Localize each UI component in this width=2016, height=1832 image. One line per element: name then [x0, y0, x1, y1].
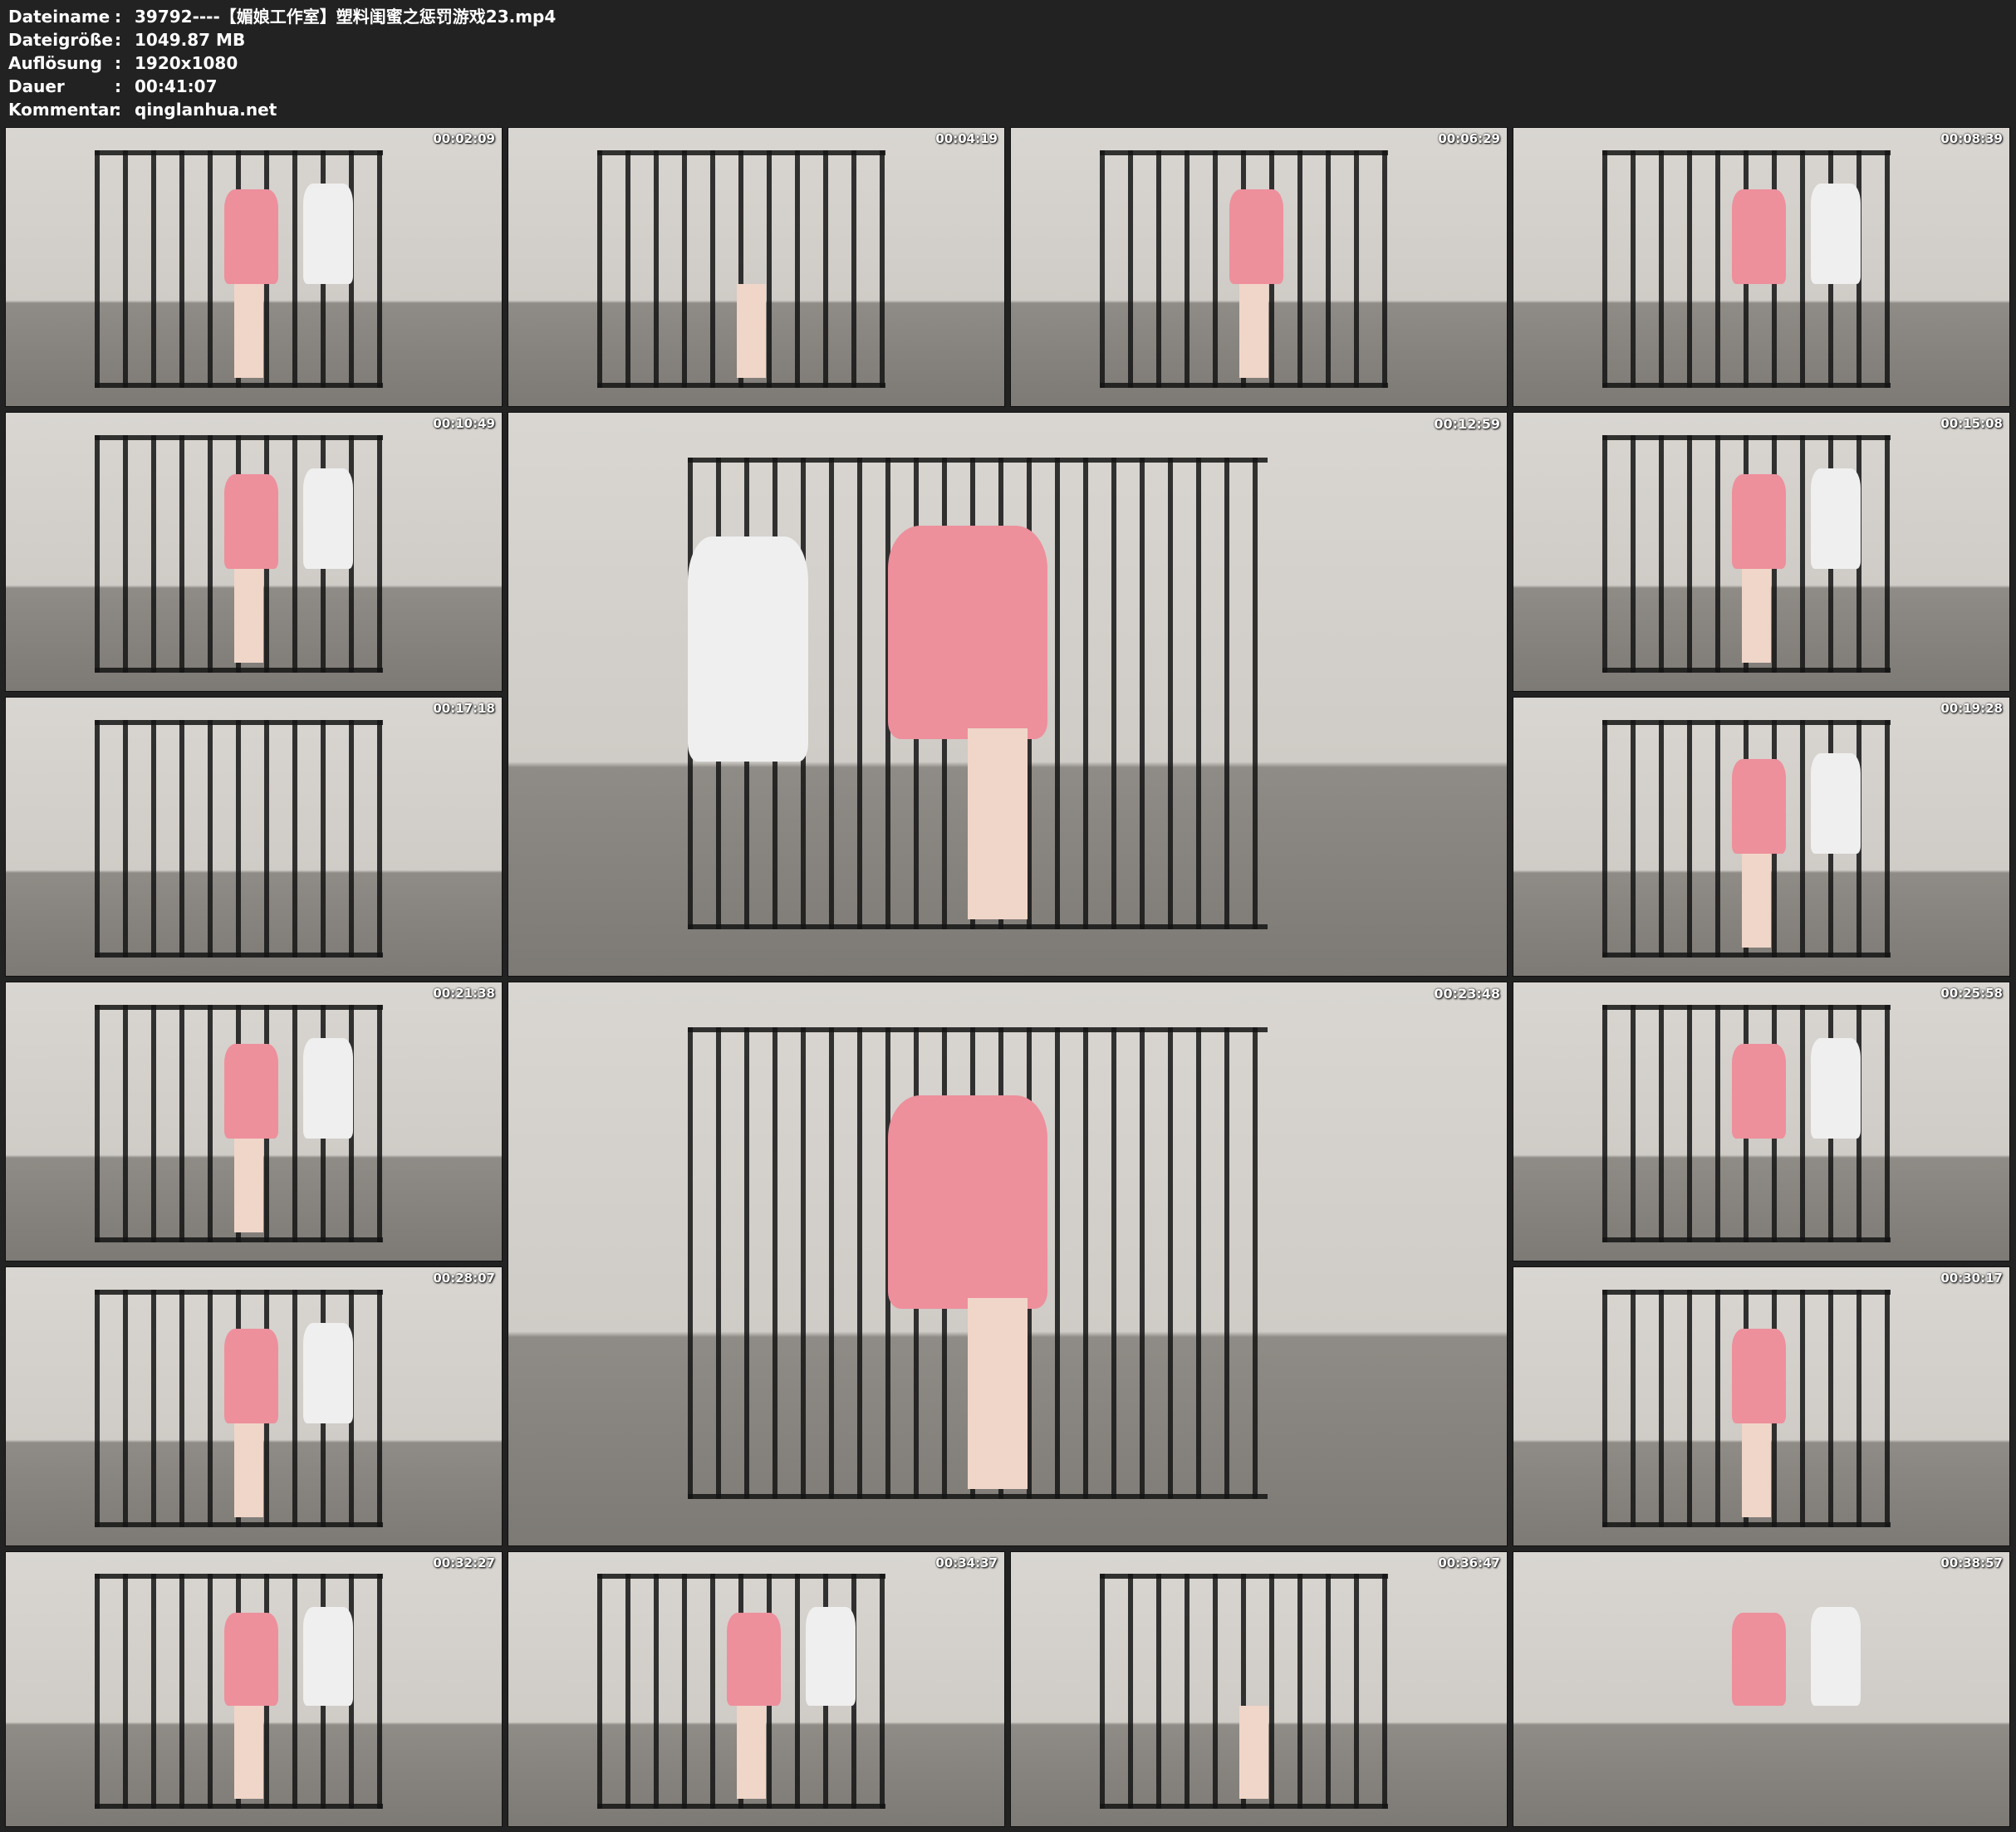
timestamp-label: 00:19:28	[1940, 701, 2003, 716]
figure-pink	[887, 525, 1048, 740]
figure-pink	[223, 1043, 279, 1139]
cage-bars	[95, 719, 383, 958]
filename-separator: :	[115, 7, 121, 27]
figure-legs	[1741, 853, 1772, 948]
timestamp-label: 00:23:48	[1434, 986, 1500, 1002]
figure-second	[303, 1038, 353, 1139]
comment-row: Kommentar : qinglanhua.net	[8, 98, 556, 121]
thumbnail-9[interactable]: 00:19:28	[1513, 697, 2010, 977]
thumbnail-16[interactable]: 00:34:37	[508, 1551, 1005, 1827]
comment-value: qinglanhua.net	[135, 100, 277, 120]
figure-pink	[1229, 189, 1284, 284]
timestamp-label: 00:38:57	[1940, 1555, 2003, 1570]
figure-second	[303, 1323, 353, 1423]
figure-legs	[233, 568, 264, 664]
thumbnail-7[interactable]: 00:15:08	[1513, 412, 2010, 692]
filesize-label: Dateigröße	[8, 30, 113, 50]
figure-pink	[223, 1612, 279, 1706]
thumbnail-10[interactable]: 00:21:38	[5, 982, 503, 1261]
figure-legs	[967, 1297, 1028, 1490]
resolution-label: Auflösung	[8, 53, 102, 73]
figure-pink	[1731, 473, 1787, 569]
figure-pink	[726, 1612, 782, 1706]
figure-legs	[1239, 283, 1269, 379]
resolution-separator: :	[115, 53, 121, 73]
timestamp-label: 00:02:09	[433, 131, 495, 146]
timestamp-label: 00:36:47	[1438, 1555, 1500, 1570]
filesize-separator: :	[115, 30, 121, 50]
comment-label: Kommentar	[8, 100, 118, 120]
figure-second	[1811, 1607, 1861, 1706]
resolution-value: 1920x1080	[135, 53, 238, 73]
filename-value: 39792----【媚娘工作室】塑料闺蜜之惩罚游戏23.mp4	[135, 7, 557, 27]
timestamp-label: 00:08:39	[1940, 131, 2003, 146]
figure-second	[688, 536, 808, 762]
thumbnail-1[interactable]: 00:02:09	[5, 127, 503, 407]
filename-row: Dateiname : 39792----【媚娘工作室】塑料闺蜜之惩罚游戏23.…	[8, 5, 556, 28]
thumbnail-13[interactable]: 00:28:07	[5, 1266, 503, 1546]
thumbnail-2[interactable]: 00:04:19	[508, 127, 1005, 407]
figure-legs	[233, 1138, 264, 1233]
figure-legs	[736, 1705, 767, 1799]
figure-pink	[223, 189, 279, 284]
filesize-row: Dateigröße : 1049.87 MB	[8, 28, 556, 51]
figure-pink	[223, 473, 279, 569]
thumbnail-15[interactable]: 00:32:27	[5, 1551, 503, 1827]
thumbnail-5[interactable]: 00:10:49	[5, 412, 503, 692]
thumbnail-11[interactable]: 00:23:48	[508, 982, 1508, 1546]
file-info-header: Dateiname : 39792----【媚娘工作室】塑料闺蜜之惩罚游戏23.…	[8, 5, 556, 121]
duration-value: 00:41:07	[135, 76, 218, 96]
timestamp-label: 00:17:18	[433, 701, 495, 716]
resolution-row: Auflösung : 1920x1080	[8, 51, 556, 75]
figure-legs	[233, 283, 264, 379]
figure-second	[806, 1607, 856, 1706]
timestamp-label: 00:30:17	[1940, 1271, 2003, 1286]
figure-legs	[233, 1423, 264, 1518]
figure-second	[303, 1607, 353, 1706]
figure-pink	[223, 1328, 279, 1423]
filename-label: Dateiname	[8, 7, 110, 27]
figure-legs	[1239, 1705, 1269, 1799]
figure-legs	[967, 727, 1028, 920]
timestamp-label: 00:15:08	[1940, 416, 2003, 431]
timestamp-label: 00:06:29	[1438, 131, 1500, 146]
thumbnail-3[interactable]: 00:06:29	[1010, 127, 1508, 407]
figure-legs	[1741, 1423, 1772, 1518]
timestamp-label: 00:21:38	[433, 986, 495, 1001]
figure-second	[1811, 1038, 1861, 1139]
timestamp-label: 00:25:58	[1940, 986, 2003, 1001]
thumbnail-4[interactable]: 00:08:39	[1513, 127, 2010, 407]
figure-second	[303, 184, 353, 284]
timestamp-label: 00:10:49	[433, 416, 495, 431]
thumbnail-8[interactable]: 00:17:18	[5, 697, 503, 977]
thumbnail-6[interactable]: 00:12:59	[508, 412, 1508, 977]
figure-second	[303, 468, 353, 569]
duration-label: Dauer	[8, 76, 65, 96]
figure-pink	[1731, 189, 1787, 284]
timestamp-label: 00:34:37	[935, 1555, 998, 1570]
figure-pink	[1731, 1612, 1787, 1706]
figure-legs	[736, 283, 767, 379]
figure-second	[1811, 184, 1861, 284]
figure-pink	[1731, 1043, 1787, 1139]
filesize-value: 1049.87 MB	[135, 30, 246, 50]
duration-separator: :	[115, 76, 121, 96]
thumbnail-18[interactable]: 00:38:57	[1513, 1551, 2010, 1827]
comment-separator: :	[115, 100, 121, 120]
thumbnail-17[interactable]: 00:36:47	[1010, 1551, 1508, 1827]
figure-pink	[1731, 1328, 1787, 1423]
figure-second	[1811, 753, 1861, 854]
thumbnail-14[interactable]: 00:30:17	[1513, 1266, 2010, 1546]
figure-legs	[1741, 568, 1772, 664]
figure-second	[1811, 468, 1861, 569]
duration-row: Dauer : 00:41:07	[8, 75, 556, 98]
timestamp-label: 00:32:27	[433, 1555, 495, 1570]
timestamp-label: 00:28:07	[433, 1271, 495, 1286]
figure-pink	[1731, 758, 1787, 854]
timestamp-label: 00:12:59	[1434, 416, 1500, 432]
timestamp-label: 00:04:19	[935, 131, 998, 146]
thumbnail-12[interactable]: 00:25:58	[1513, 982, 2010, 1261]
figure-pink	[887, 1095, 1048, 1310]
figure-legs	[233, 1705, 264, 1799]
